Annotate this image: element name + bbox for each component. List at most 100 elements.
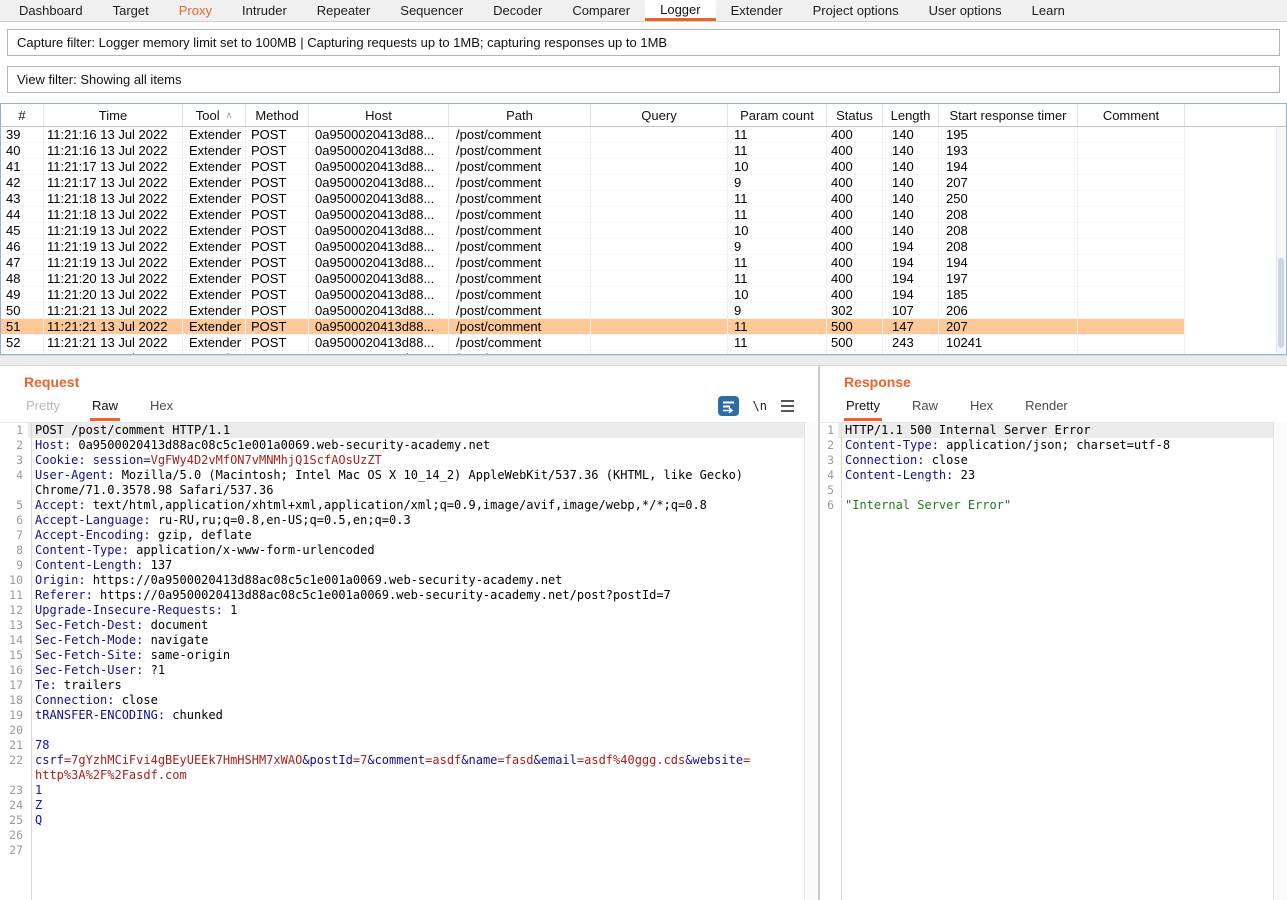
request-line-25: 25Q [0,813,818,828]
cell-param_count: 9 [728,175,827,190]
request-line-4: 4User-Agent: Mozilla/5.0 (Macintosh; Int… [0,468,818,498]
request-line-text [28,723,757,738]
gutter-divider [841,423,842,900]
column-header-query[interactable]: Query [591,104,728,126]
cell-query [591,335,728,350]
log-row-39[interactable]: 3911:21:16 13 Jul 2022ExtenderPOST0a9500… [1,127,1185,143]
log-row-43[interactable]: 4311:21:18 13 Jul 2022ExtenderPOST0a9500… [1,191,1185,207]
cell-num: 43 [1,191,44,206]
column-header-length[interactable]: Length [883,104,939,126]
request-tab-raw[interactable]: Raw [90,398,120,421]
newline-toggle-icon[interactable]: \n [753,399,767,413]
log-row-52[interactable]: 5211:21:21 13 Jul 2022ExtenderPOST0a9500… [1,335,1185,351]
table-vertical-scrollbar[interactable] [1276,127,1285,353]
main-tab-project-options[interactable]: Project options [798,0,914,21]
column-header-comment[interactable]: Comment [1078,104,1185,126]
main-tab-decoder[interactable]: Decoder [478,0,557,21]
column-header-param-count[interactable]: Param count [728,104,827,126]
log-row-49[interactable]: 4911:21:20 13 Jul 2022ExtenderPOST0a9500… [1,287,1185,303]
column-header-path[interactable]: Path [449,104,591,126]
cell-time: 11:21:21 13 Jul 2022 [44,335,183,350]
log-row-40[interactable]: 4011:21:16 13 Jul 2022ExtenderPOST0a9500… [1,143,1185,159]
capture-filter-bar[interactable]: Capture filter: Logger memory limit set … [7,29,1280,56]
column-header-tool[interactable]: Tool∧ [183,104,246,126]
log-row-51[interactable]: 5111:21:21 13 Jul 2022ExtenderPOST0a9500… [1,319,1185,335]
main-tab-dashboard[interactable]: Dashboard [4,0,98,21]
response-tab-pretty[interactable]: Pretty [844,398,882,421]
cell-host: 0a9500020413d88... [309,287,449,302]
horizontal-splitter[interactable] [0,355,1287,366]
column-header-#[interactable]: # [1,104,44,126]
request-editor[interactable]: 1POST /post/comment HTTP/1.12Host: 0a950… [0,422,818,900]
line-number: 12 [0,603,28,618]
request-line-27: 27 [0,843,818,858]
cell-query [591,223,728,238]
response-line-1: 1HTTP/1.1 500 Internal Server Error [820,423,1287,438]
cell-comment [1078,159,1185,174]
cell-tool: Extender [183,303,246,318]
cell-start_response_timer: 185 [939,287,1078,302]
cell-query [591,239,728,254]
cell-start_response_timer: 250 [939,191,1078,206]
response-title: Response [844,374,911,390]
cell-query [591,143,728,158]
column-header-method[interactable]: Method [246,104,309,126]
response-tab-hex[interactable]: Hex [968,398,995,421]
log-row-50[interactable]: 5011:21:21 13 Jul 2022ExtenderPOST0a9500… [1,303,1185,319]
main-tab-logger[interactable]: Logger [645,0,715,21]
line-number: 26 [0,828,28,843]
burp-logger-screen: DashboardTargetProxyIntruderRepeaterSequ… [0,0,1287,900]
response-editor-scrollbar[interactable] [1273,422,1287,900]
log-row-47[interactable]: 4711:21:19 13 Jul 2022ExtenderPOST0a9500… [1,255,1185,271]
main-tab-sequencer[interactable]: Sequencer [385,0,478,21]
column-header-time[interactable]: Time [44,104,183,126]
column-header-start-response-timer[interactable]: Start response timer [939,104,1078,126]
line-number: 1 [820,423,838,438]
main-tab-repeater[interactable]: Repeater [302,0,385,21]
cell-status: 500 [827,335,883,350]
log-row-42[interactable]: 4211:21:17 13 Jul 2022ExtenderPOST0a9500… [1,175,1185,191]
cell-path: /post/comment [449,207,591,222]
column-header-host[interactable]: Host [309,104,449,126]
line-number: 21 [0,738,28,753]
line-number: 1 [0,423,28,438]
cell-num: 50 [1,303,44,318]
editor-menu-icon[interactable] [781,400,794,412]
request-tab-pretty[interactable]: Pretty [24,398,62,421]
log-row-48[interactable]: 4811:21:20 13 Jul 2022ExtenderPOST0a9500… [1,271,1185,287]
main-tab-intruder[interactable]: Intruder [227,0,302,21]
view-filter-bar[interactable]: View filter: Showing all items [7,66,1280,93]
response-tab-raw[interactable]: Raw [910,398,940,421]
response-editor[interactable]: 1HTTP/1.1 500 Internal Server Error2Cont… [820,422,1287,900]
column-header-status[interactable]: Status [827,104,883,126]
main-tab-extender[interactable]: Extender [716,0,798,21]
log-row-46[interactable]: 4611:21:19 13 Jul 2022ExtenderPOST0a9500… [1,239,1185,255]
line-number: 2 [820,438,838,453]
log-row-45[interactable]: 4511:21:19 13 Jul 2022ExtenderPOST0a9500… [1,223,1185,239]
request-tab-hex[interactable]: Hex [148,398,175,421]
line-number: 18 [0,693,28,708]
response-line-text: Content-Type: application/json; charset=… [838,438,1287,453]
response-tab-render[interactable]: Render [1023,398,1070,421]
request-editor-scrollbar[interactable] [804,422,818,900]
request-line-text: Origin: https://0a9500020413d88ac08c5c1e… [28,573,757,588]
cell-comment [1078,335,1185,350]
response-line-5: 5 [820,483,1287,498]
cell-start_response_timer: 207 [939,319,1078,334]
main-tab-target[interactable]: Target [98,0,164,21]
main-tab-proxy[interactable]: Proxy [164,0,227,21]
request-line-text: Host: 0a9500020413d88ac08c5c1e001a0069.w… [28,438,757,453]
log-row-44[interactable]: 4411:21:18 13 Jul 2022ExtenderPOST0a9500… [1,207,1185,223]
request-line-text: Upgrade-Insecure-Requests: 1 [28,603,757,618]
cell-host: 0a9500020413d88... [309,255,449,270]
main-tab-comparer[interactable]: Comparer [557,0,645,21]
response-panel: Response Pretty Raw Hex Render 1HTTP/1.1 50… [820,366,1287,900]
cell-param_count: 11 [728,335,827,350]
log-row-41[interactable]: 4111:21:17 13 Jul 2022ExtenderPOST0a9500… [1,159,1185,175]
line-number: 11 [0,588,28,603]
main-tab-user-options[interactable]: User options [914,0,1017,21]
pretty-print-icon[interactable] [718,396,739,416]
main-tab-learn[interactable]: Learn [1017,0,1080,21]
table-scrollbar-thumb[interactable] [1278,258,1284,348]
cell-comment [1078,143,1185,158]
